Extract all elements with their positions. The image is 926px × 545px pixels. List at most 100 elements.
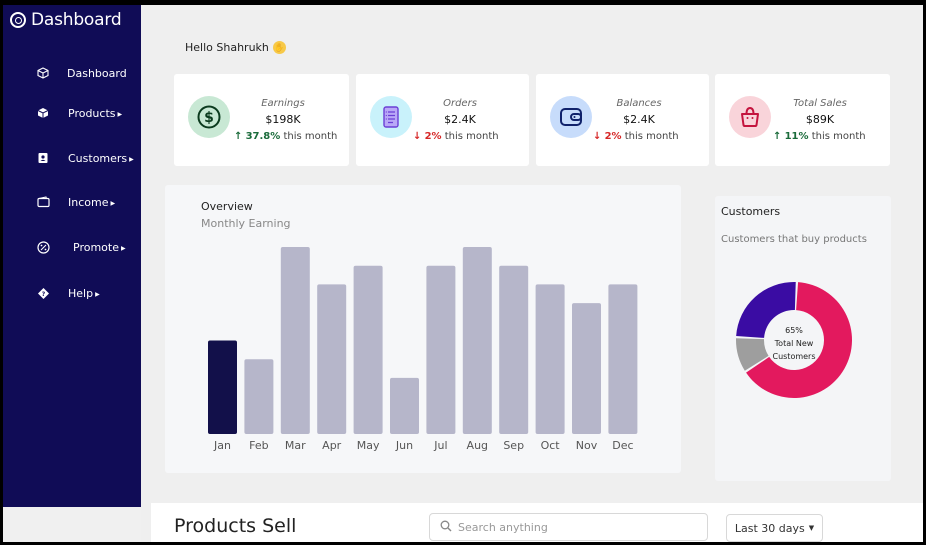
brand-label: Dashboard [31, 10, 122, 30]
donut-label-line-2: Customers [772, 352, 816, 361]
percent-icon [36, 240, 50, 254]
sidebar-item-label: Customers [68, 151, 128, 165]
bar-dec[interactable] [608, 284, 638, 434]
bar-nov[interactable] [572, 303, 601, 434]
donut-percent: 65% [785, 326, 803, 335]
caret-right-icon: ▶ [117, 110, 123, 118]
caret-right-icon: ▶ [95, 290, 100, 298]
customers-panel: Customers Customers that buy products 65… [715, 196, 891, 481]
stat-change-value: 2% [424, 131, 442, 142]
caret-right-icon: ▶ [120, 244, 126, 252]
monthly-earning-chart: Jan Feb Mar Apr May Jun Jul Aug Sep Oct Nov Dec [208, 247, 638, 452]
stat-change: ↑ 37.8% this month [234, 131, 337, 142]
dollar-icon: $ [188, 96, 230, 138]
stat-card-balances[interactable]: Balances $2.4K ↓ 2% this month [536, 74, 709, 166]
bar-may[interactable] [353, 265, 383, 434]
x-tick-label: Apr [322, 439, 342, 452]
stat-value: $198K [265, 113, 301, 126]
greeting-text: Hello Shahrukh [185, 41, 269, 54]
sidebar-item-products[interactable]: Products ▶ [3, 101, 141, 125]
arrow-down-icon: ↓ [593, 131, 602, 142]
stat-change-suffix: this month [444, 131, 499, 142]
sidebar-item-customers[interactable]: Customers ▶ [3, 146, 141, 170]
sidebar-item-promote[interactable]: Promote ▶ [3, 235, 141, 259]
stat-value: $89K [805, 113, 835, 126]
x-tick-label: Aug [467, 439, 488, 452]
stat-change-suffix: this month [811, 131, 866, 142]
arrow-down-icon: ↓ [413, 131, 422, 142]
x-tick-label: Dec [612, 439, 633, 452]
bar-oct[interactable] [535, 284, 565, 434]
arrow-up-icon: ↑ [773, 131, 782, 142]
stat-change-suffix: this month [624, 131, 679, 142]
caret-down-icon: ▼ [808, 524, 815, 532]
waving-hand-icon: ✋ [272, 41, 286, 54]
caret-right-icon: ▶ [129, 155, 134, 163]
stat-change-suffix: this month [283, 131, 338, 142]
bar-aug[interactable] [462, 247, 492, 434]
date-range-label: Last 30 days [734, 521, 805, 535]
stat-change: ↑ 11% this month [773, 131, 866, 142]
date-range-dropdown[interactable]: Last 30 days ▼ [726, 514, 823, 542]
search-icon [440, 520, 452, 535]
sidebar-item-label: Promote [73, 240, 119, 254]
bar-feb[interactable] [244, 359, 274, 434]
arrow-up-icon: ↑ [234, 131, 243, 142]
x-tick-label: Sep [503, 439, 524, 452]
bar-sep[interactable] [499, 265, 529, 434]
products-sell-panel: Products Sell Last 30 days ▼ [151, 503, 923, 542]
x-tick-label: Oct [541, 439, 561, 452]
cube-icon [36, 66, 50, 80]
sidebar-item-label: Products [68, 106, 116, 120]
caret-right-icon: ▶ [110, 199, 116, 207]
stat-card-total-sales[interactable]: Total Sales $89K ↑ 11% this month [715, 74, 890, 166]
x-tick-label: Jan [213, 439, 231, 452]
brand[interactable]: Dashboard [10, 10, 122, 30]
stat-change: ↓ 2% this month [413, 131, 499, 142]
x-tick-label: Mar [285, 439, 306, 452]
x-tick-label: Feb [249, 439, 268, 452]
stat-change: ↓ 2% this month [593, 131, 679, 142]
hexagon-logo-icon [10, 12, 26, 28]
svg-text:$: $ [204, 110, 214, 126]
stat-title: Earnings [261, 98, 305, 109]
greeting: Hello Shahrukh ✋ [185, 41, 286, 54]
sidebar-item-income[interactable]: Income ▶ [3, 190, 141, 214]
x-tick-label: Jun [395, 439, 413, 452]
help-diamond-icon: ? [36, 286, 50, 300]
sidebar-item-help[interactable]: ? Help ▶ [3, 281, 141, 305]
stat-change-value: 2% [604, 131, 622, 142]
x-tick-label: Nov [576, 439, 598, 452]
id-card-icon [36, 151, 50, 165]
stat-title: Balances [616, 98, 662, 109]
bar-mar[interactable] [280, 247, 310, 434]
sidebar: Dashboard Dashboard Products ▶ Customers ▶ [3, 5, 141, 507]
sidebar-item-label: Help [68, 286, 94, 300]
sidebar-item-label: Dashboard [67, 66, 127, 80]
svg-text:?: ? [41, 291, 45, 298]
box-icon [36, 106, 50, 120]
stat-value: $2.4K [623, 113, 655, 126]
search-box[interactable] [429, 513, 708, 541]
overview-panel: Overview Monthly Earning Jan Feb Mar Apr May… [165, 185, 681, 473]
stat-card-orders[interactable]: Orders $2.4K ↓ 2% this month [356, 74, 529, 166]
x-tick-label: Jul [433, 439, 447, 452]
bar-jan[interactable] [208, 340, 237, 435]
bar-jun[interactable] [390, 377, 419, 434]
app-window: Dashboard Dashboard Products ▶ Customers ▶ [3, 5, 923, 542]
donut-label-line-1: Total New [774, 339, 814, 348]
sidebar-item-dashboard[interactable]: Dashboard [3, 61, 141, 85]
stat-card-earnings[interactable]: $ Earnings $198K ↑ 37.8% this month [174, 74, 349, 166]
search-input[interactable] [458, 520, 678, 534]
stat-title: Orders [443, 98, 477, 109]
stat-title: Total Sales [793, 98, 847, 109]
sidebar-item-label: Income [68, 195, 109, 209]
products-sell-title: Products Sell [174, 515, 297, 537]
bar-apr[interactable] [317, 284, 347, 434]
stat-change-value: 11% [784, 131, 809, 142]
bar-jul[interactable] [426, 265, 456, 434]
x-tick-label: May [357, 439, 380, 452]
wallet-icon [36, 195, 50, 209]
donut-center-label: 65% Total New Customers [759, 324, 829, 363]
stat-change-value: 37.8% [245, 131, 281, 142]
